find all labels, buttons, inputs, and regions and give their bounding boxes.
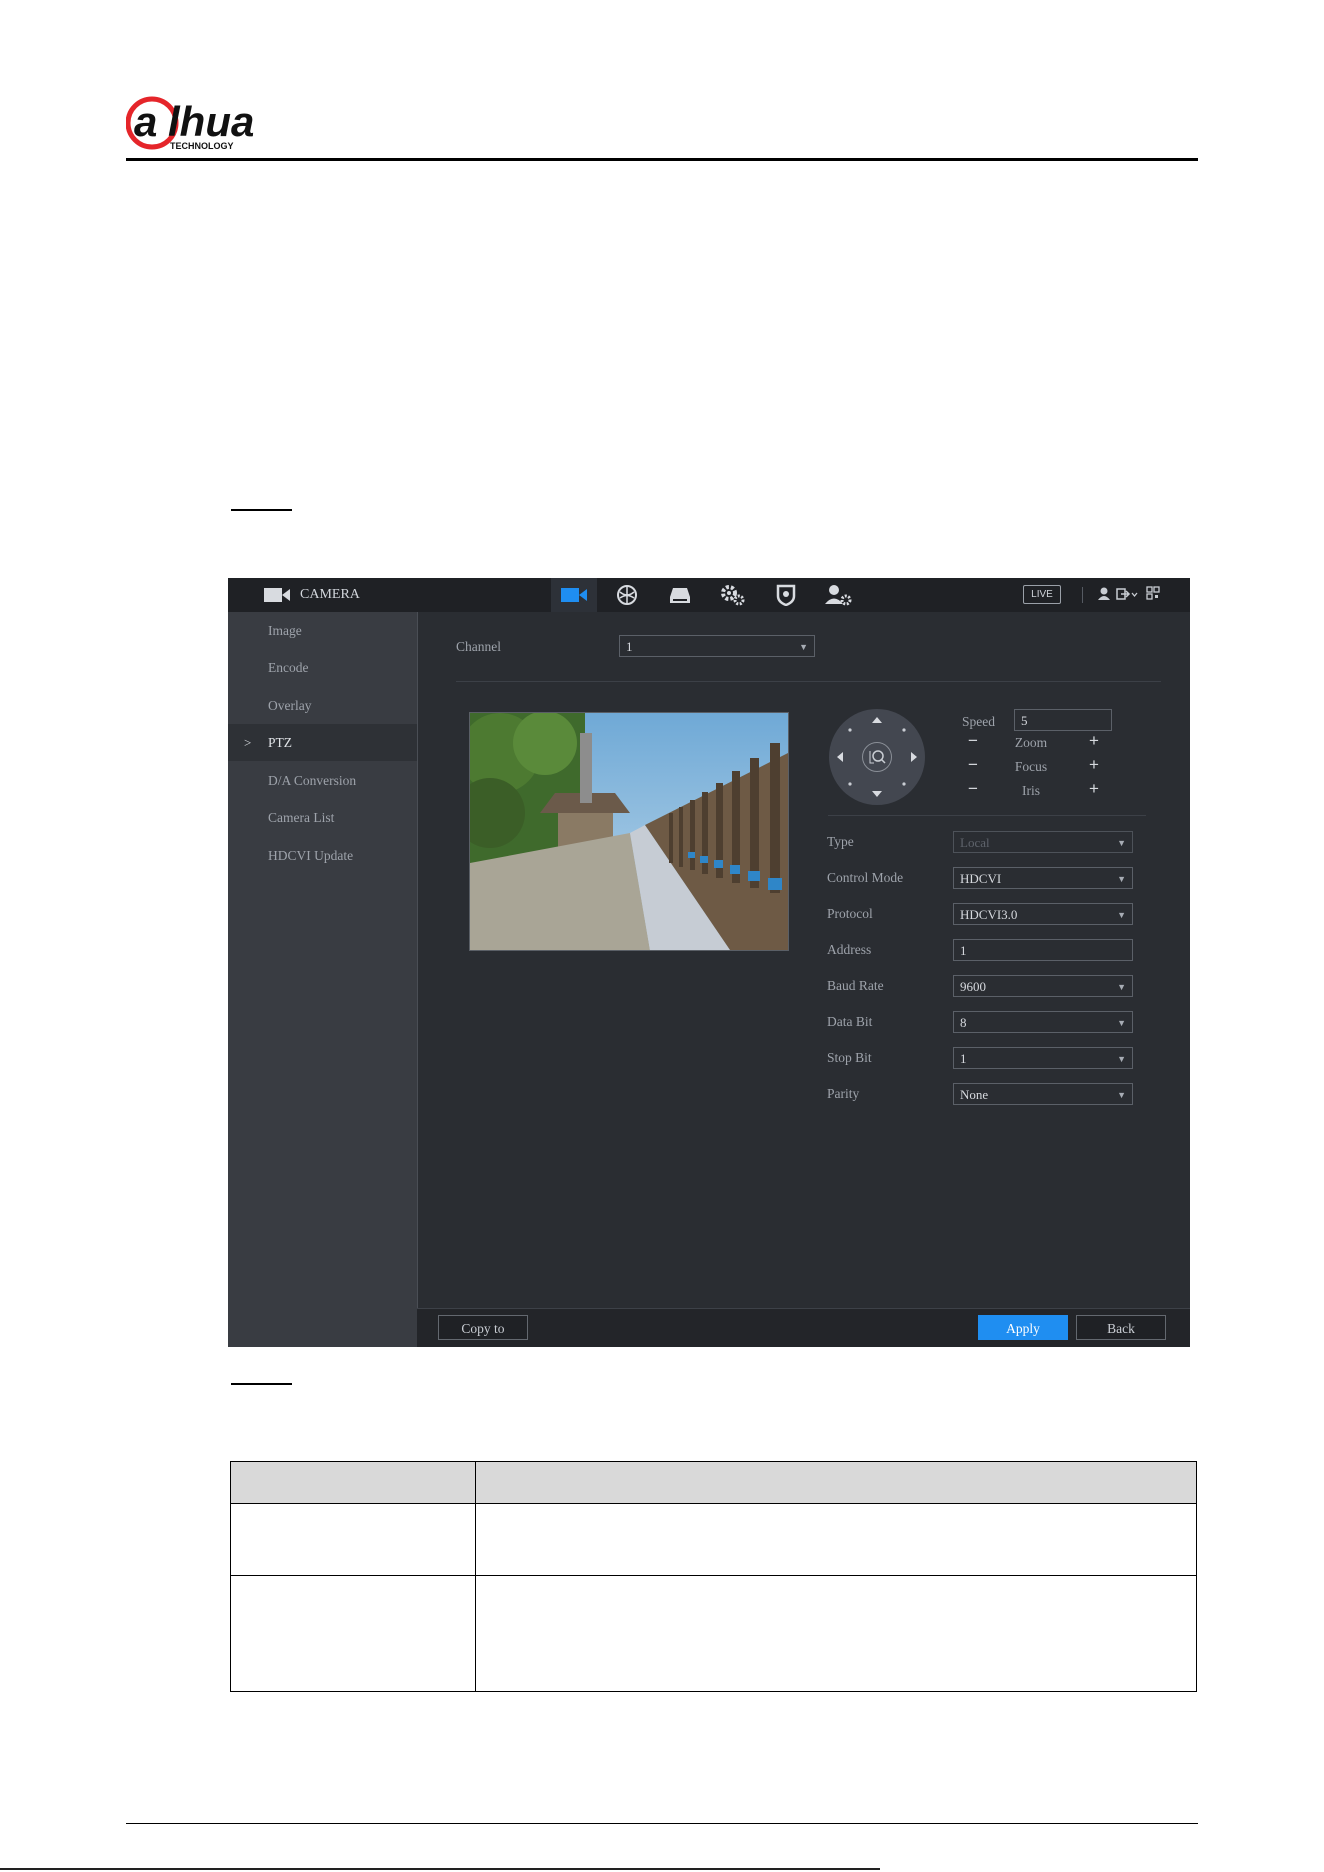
header-rule xyxy=(126,158,1198,161)
control-mode-label: Control Mode xyxy=(827,870,904,885)
parity-select[interactable]: None ▼ xyxy=(953,1083,1133,1105)
stop-bit-select[interactable]: 1 ▼ xyxy=(953,1047,1133,1069)
data-bit-label: Data Bit xyxy=(827,1014,873,1029)
logout-icon[interactable] xyxy=(1116,587,1138,606)
chevron-right-icon: > xyxy=(244,735,252,750)
nav-security-icon[interactable] xyxy=(763,578,809,612)
dropdown-arrow-icon: ▼ xyxy=(799,642,808,652)
ptz-direction-pad[interactable] xyxy=(829,709,925,805)
nav-storage-icon[interactable] xyxy=(657,578,703,612)
step-marker-line xyxy=(231,509,292,511)
iris-plus-button[interactable]: + xyxy=(1089,779,1099,799)
zoom-minus-button[interactable]: − xyxy=(968,731,978,751)
step-marker-line xyxy=(231,1383,292,1385)
protocol-select[interactable]: HDCVI3.0 ▼ xyxy=(953,903,1133,925)
dropdown-arrow-icon: ▼ xyxy=(1117,910,1126,920)
dropdown-arrow-icon: ▼ xyxy=(1117,1054,1126,1064)
dropdown-arrow-icon: ▼ xyxy=(1117,1018,1126,1028)
video-preview xyxy=(469,712,789,951)
type-label: Type xyxy=(827,834,854,849)
top-bar: CAMERA LIVE xyxy=(228,578,1190,612)
table-row xyxy=(230,1503,1197,1577)
sidebar-item-overlay[interactable]: Overlay xyxy=(228,687,417,724)
nav-account-icon[interactable] xyxy=(816,578,862,612)
data-bit-select[interactable]: 8 ▼ xyxy=(953,1011,1133,1033)
speed-label: Speed xyxy=(962,714,995,729)
apply-button[interactable]: Apply xyxy=(978,1315,1068,1340)
stop-bit-label: Stop Bit xyxy=(827,1050,872,1065)
nav-network-icon[interactable] xyxy=(604,578,650,612)
channel-label: Channel xyxy=(456,639,501,654)
dropdown-arrow-icon: ▼ xyxy=(1117,874,1126,884)
page-edge-bar xyxy=(0,1868,880,1870)
ptz-divider xyxy=(828,815,1146,816)
sidebar-item-encode[interactable]: Encode xyxy=(228,649,417,686)
sidebar-item-ptz[interactable]: > PTZ xyxy=(228,724,417,761)
bottom-action-bar: Copy to Apply Back xyxy=(417,1308,1190,1347)
svg-text:lhua: lhua xyxy=(168,98,254,145)
live-button[interactable]: LIVE xyxy=(1023,585,1061,604)
focus-minus-button[interactable]: − xyxy=(968,755,978,775)
nav-camera-icon[interactable] xyxy=(551,578,597,612)
focus-plus-button[interactable]: + xyxy=(1089,755,1099,775)
svg-text:TECHNOLOGY: TECHNOLOGY xyxy=(170,141,234,150)
type-select: Local ▼ xyxy=(953,831,1133,853)
iris-label: Iris xyxy=(1022,783,1040,798)
top-bar-separator xyxy=(1082,587,1083,603)
table-header-row xyxy=(230,1460,1197,1505)
camera-icon xyxy=(264,588,290,607)
user-icon[interactable] xyxy=(1098,587,1110,606)
parity-label: Parity xyxy=(827,1086,860,1101)
footer-rule xyxy=(126,1823,1198,1824)
sidebar: Image Encode Overlay > PTZ D/A Conversio… xyxy=(228,612,417,1347)
zoom-plus-button[interactable]: + xyxy=(1089,731,1099,751)
focus-label: Focus xyxy=(1014,759,1048,774)
table-row xyxy=(230,1575,1197,1692)
back-button[interactable]: Back xyxy=(1076,1315,1166,1340)
address-label: Address xyxy=(827,942,872,957)
sidebar-item-da-conversion[interactable]: D/A Conversion xyxy=(228,762,417,799)
control-mode-select[interactable]: HDCVI ▼ xyxy=(953,867,1133,889)
dropdown-arrow-icon: ▼ xyxy=(1117,982,1126,992)
speed-input[interactable]: 5 xyxy=(1014,709,1112,731)
sidebar-item-camera-list[interactable]: Camera List xyxy=(228,799,417,836)
ptz-arrows-icon[interactable] xyxy=(829,709,925,805)
camera-ptz-window: CAMERA LIVE Image Encode Overlay > PTZ D… xyxy=(228,578,1190,1347)
preview-image xyxy=(470,713,788,950)
nav-system-settings-icon[interactable] xyxy=(710,578,756,612)
baud-rate-select[interactable]: 9600 ▼ xyxy=(953,975,1133,997)
sidebar-item-image[interactable]: Image xyxy=(228,612,417,649)
baud-rate-label: Baud Rate xyxy=(827,978,884,993)
dropdown-arrow-icon: ▼ xyxy=(1117,1090,1126,1100)
address-input[interactable]: 1 xyxy=(953,939,1133,961)
parameter-table xyxy=(230,1460,1197,1692)
section-divider xyxy=(456,681,1161,682)
qr-code-icon[interactable] xyxy=(1146,586,1160,605)
protocol-label: Protocol xyxy=(827,906,873,921)
channel-select[interactable]: 1 ▼ xyxy=(619,635,815,657)
brand-logo: a lhua TECHNOLOGY xyxy=(125,96,301,151)
copy-to-button[interactable]: Copy to xyxy=(438,1315,528,1340)
svg-text:a: a xyxy=(134,98,157,145)
sidebar-item-hdcvi-update[interactable]: HDCVI Update xyxy=(228,837,417,874)
sidebar-divider xyxy=(417,612,418,1347)
iris-minus-button[interactable]: − xyxy=(968,779,978,799)
zoom-label: Zoom xyxy=(1014,735,1048,750)
app-title: CAMERA xyxy=(300,587,360,602)
